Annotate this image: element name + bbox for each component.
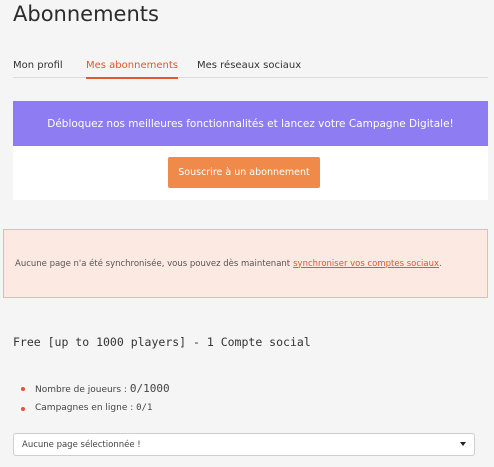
alert-text: Aucune page n'a été synchronisée, vous p… bbox=[15, 258, 291, 269]
quota-list: Nombre de joueurs : 0/1000 Campagnes en … bbox=[21, 382, 170, 422]
plan-title: Free [up to 1000 players] - 1 Compte soc… bbox=[13, 335, 311, 349]
list-item: Nombre de joueurs : 0/1000 bbox=[21, 382, 170, 395]
alert-suffix: . bbox=[439, 258, 442, 269]
sync-alert: Aucune page n'a été synchronisée, vous p… bbox=[3, 229, 488, 298]
list-item: Campagnes en ligne : 0/1 bbox=[21, 402, 170, 415]
page-title: Abonnements bbox=[13, 2, 159, 26]
quota-label: Nombre de joueurs : bbox=[35, 385, 127, 395]
bullet-icon bbox=[21, 407, 25, 411]
subscription-promo-card: Débloquez nos meilleures fonctionnalités… bbox=[13, 101, 488, 200]
tab-bar: Mon profil Mes abonnements Mes réseaux s… bbox=[13, 56, 488, 79]
bullet-icon bbox=[21, 387, 25, 391]
quota-value: 0/1000 bbox=[129, 382, 170, 395]
quota-label: Campagnes en ligne : bbox=[35, 403, 134, 413]
promo-banner: Débloquez nos meilleures fonctionnalités… bbox=[13, 101, 488, 146]
quota-value: 0/1 bbox=[136, 403, 153, 413]
tab-mon-profil[interactable]: Mon profil bbox=[13, 60, 63, 77]
sync-accounts-link[interactable]: synchroniser vos comptes sociaux bbox=[293, 259, 439, 269]
tab-mes-reseaux-sociaux[interactable]: Mes réseaux sociaux bbox=[197, 60, 301, 77]
tab-mes-abonnements[interactable]: Mes abonnements bbox=[86, 60, 178, 79]
page-select[interactable]: Aucune page sélectionnée ! bbox=[13, 433, 475, 456]
subscribe-button[interactable]: Souscrire à un abonnement bbox=[168, 157, 320, 188]
caret-down-icon bbox=[460, 442, 466, 446]
page-select-value: Aucune page sélectionnée ! bbox=[22, 439, 141, 450]
